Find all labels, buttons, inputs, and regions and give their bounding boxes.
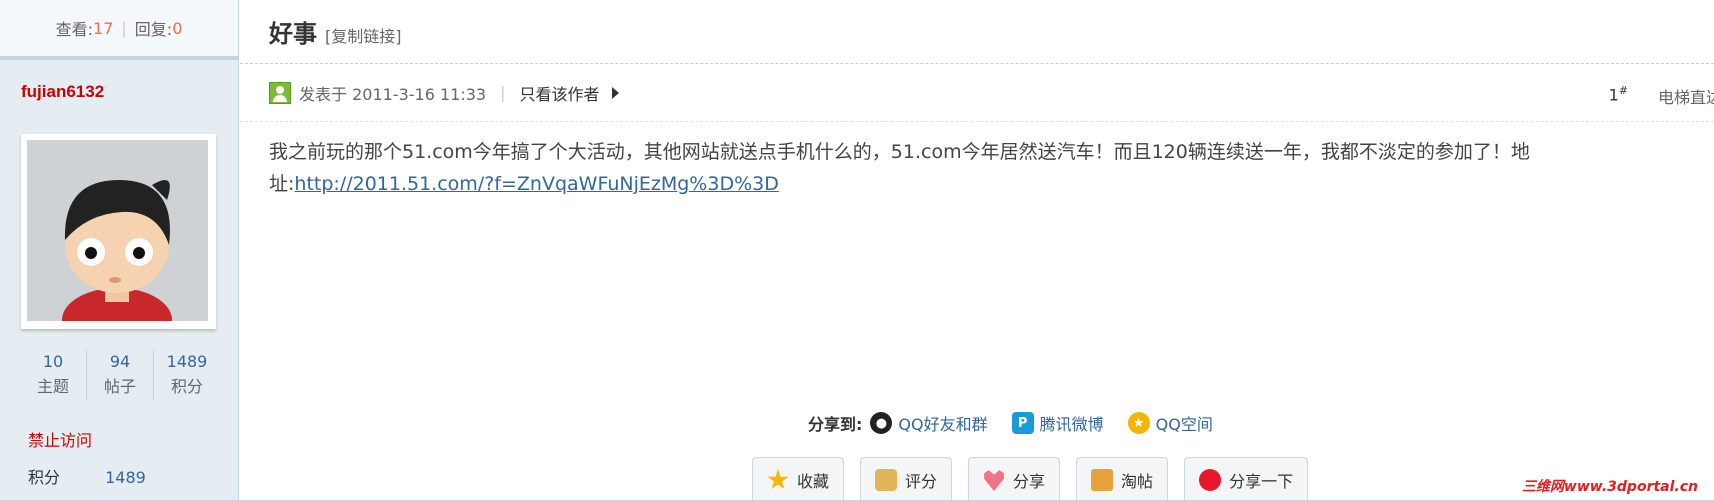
rate-button[interactable]: 评分 bbox=[860, 457, 953, 502]
replies-label: 回复: bbox=[134, 20, 173, 39]
meta-divider: | bbox=[500, 83, 506, 102]
share-qq-friends[interactable]: ● QQ好友和群 bbox=[870, 411, 988, 435]
action-label: 评分 bbox=[905, 472, 938, 491]
qq-penguin-icon: ● bbox=[870, 412, 893, 434]
watermark: 三维网www.3dportal.cn bbox=[1521, 479, 1698, 495]
user-group-link[interactable]: 禁止访问 bbox=[28, 427, 92, 451]
user-online-icon bbox=[269, 81, 291, 104]
post-link[interactable]: http://2011.51.com/?f=ZnVqaWFuNjEzMg%3D%… bbox=[294, 173, 778, 195]
avatar-illustration bbox=[27, 140, 208, 321]
share-button[interactable]: 分享 bbox=[968, 457, 1061, 502]
stat-value: 94 bbox=[109, 352, 131, 371]
favorite-button[interactable]: 收藏 bbox=[752, 457, 845, 502]
thread-title-bar: 好事 [复制链接] bbox=[240, 0, 1714, 64]
profile-stat-posts[interactable]: 94 帖子 bbox=[87, 350, 154, 400]
share-bar: 分享到: ● QQ好友和群 P 腾讯微博 ★ QQ空间 bbox=[808, 411, 1237, 435]
replies-count: 0 bbox=[172, 18, 183, 38]
collect-thread-button[interactable]: 淘帖 bbox=[1076, 457, 1169, 502]
avatar[interactable] bbox=[21, 134, 216, 329]
share-tencent-weibo[interactable]: P 腾讯微博 bbox=[1011, 411, 1104, 435]
share-item-label: 腾讯微博 bbox=[1039, 415, 1104, 434]
profile-stats: 10 主题 94 帖子 1489 积分 bbox=[20, 350, 220, 400]
inbox-icon bbox=[1091, 469, 1114, 491]
views-count: 17 bbox=[93, 18, 114, 38]
stat-label: 积分 bbox=[170, 377, 203, 396]
star-icon bbox=[767, 469, 789, 490]
action-label: 分享一下 bbox=[1229, 472, 1294, 491]
share-label: 分享到: bbox=[808, 415, 863, 434]
stat-label: 主题 bbox=[36, 377, 69, 396]
action-label: 淘帖 bbox=[1121, 472, 1154, 491]
heart-icon bbox=[984, 470, 1004, 491]
views-label: 查看: bbox=[55, 20, 94, 39]
floor-number[interactable]: 1# bbox=[1609, 84, 1628, 104]
post-meta: 发表于 2011-3-16 11:33 | 只看该作者 1# 电梯直达 bbox=[240, 64, 1714, 122]
stat-label: 帖子 bbox=[103, 377, 136, 396]
action-label: 收藏 bbox=[797, 472, 830, 491]
only-author-link[interactable]: 只看该作者 bbox=[519, 81, 599, 105]
stats-divider: | bbox=[121, 18, 127, 38]
tencent-weibo-icon: P bbox=[1011, 412, 1034, 434]
thumbs-up-icon bbox=[875, 469, 898, 491]
score-row: 积分 1489 bbox=[28, 464, 146, 488]
stat-value: 1489 bbox=[166, 352, 208, 371]
weibo-icon bbox=[1199, 469, 1222, 491]
share-weibo-button[interactable]: 分享一下 bbox=[1184, 457, 1309, 502]
thread-stats: 查看: 17 | 回复: 0 bbox=[0, 0, 238, 60]
arrow-right-icon bbox=[611, 86, 619, 99]
elevator-link[interactable]: 电梯直达 bbox=[1658, 84, 1714, 108]
post-date: 发表于 2011-3-16 11:33 bbox=[299, 84, 487, 104]
author-name-link[interactable]: fujian6132 bbox=[21, 82, 104, 102]
qzone-star-icon: ★ bbox=[1127, 412, 1150, 434]
floor-mark: # bbox=[1618, 84, 1628, 97]
stat-value: 10 bbox=[42, 352, 64, 371]
profile-stat-topics[interactable]: 10 主题 bbox=[20, 350, 87, 400]
author-sidebar: 查看: 17 | 回复: 0 fujian6132 10 主题 94 帖子 14… bbox=[0, 0, 239, 502]
post-actions: 收藏 评分 分享 淘帖 分享一下 bbox=[752, 457, 1324, 502]
thread-title: 好事 bbox=[269, 20, 317, 48]
post-content: 我之前玩的那个51.com今年搞了个大活动，其他网站就送点手机什么的，51.co… bbox=[240, 122, 1660, 214]
score-label: 积分 bbox=[28, 468, 61, 487]
avatar-image bbox=[27, 140, 208, 321]
post-main: 好事 [复制链接] 发表于 2011-3-16 11:33 | 只看该作者 1#… bbox=[240, 0, 1714, 502]
score-value: 1489 bbox=[105, 468, 146, 487]
share-item-label: QQ空间 bbox=[1155, 415, 1213, 434]
floor-value: 1 bbox=[1608, 85, 1619, 105]
action-label: 分享 bbox=[1013, 472, 1046, 491]
share-item-label: QQ好友和群 bbox=[898, 415, 988, 434]
share-qzone[interactable]: ★ QQ空间 bbox=[1127, 411, 1213, 435]
copy-link-button[interactable]: [复制链接] bbox=[325, 23, 402, 47]
profile-stat-points[interactable]: 1489 积分 bbox=[154, 350, 220, 400]
